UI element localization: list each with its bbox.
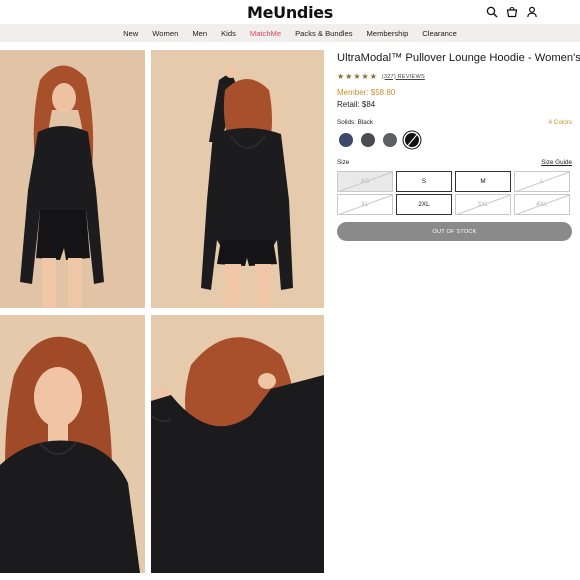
swatch-charcoal[interactable] (361, 133, 375, 147)
size-label: Size (337, 159, 350, 166)
header-actions (486, 6, 538, 18)
swatch-gray[interactable] (383, 133, 397, 147)
color-count[interactable]: 4 Colors (549, 119, 572, 126)
size-3xl-button[interactable]: 3XL (455, 194, 511, 215)
star-icon: ★ (353, 71, 361, 81)
star-icon: ★ (345, 71, 353, 81)
color-swatches (339, 133, 572, 147)
star-icon: ★ (337, 71, 345, 81)
member-price: Member: $58.80 (337, 88, 396, 97)
size-m-button[interactable]: M (455, 171, 511, 192)
size-xs-button[interactable]: XS (337, 171, 393, 192)
nav-item-men[interactable]: Men (185, 29, 214, 38)
size-header: Size Size Guide (337, 159, 572, 166)
selected-color-label: Solids: Black (337, 119, 374, 126)
nav-item-new[interactable]: New (116, 29, 145, 38)
main-nav: New Women Men Kids MatchMe Packs & Bundl… (0, 24, 580, 42)
nav-item-clearance[interactable]: Clearance (415, 29, 464, 38)
nav-item-membership[interactable]: Membership (360, 29, 416, 38)
nav-item-matchme[interactable]: MatchMe (243, 29, 288, 38)
size-xl-button[interactable]: XL (337, 194, 393, 215)
swatch-black[interactable] (405, 133, 419, 147)
bag-icon[interactable] (506, 6, 518, 18)
size-options: XS S M L XL 2XL 3XL 4XL (337, 171, 572, 215)
search-icon[interactable] (486, 6, 498, 18)
size-guide-link[interactable]: Size Guide (541, 159, 572, 166)
retail-price: Retail: $84 (337, 100, 376, 109)
size-2xl-button[interactable]: 2XL (396, 194, 452, 215)
product-photo-back[interactable] (151, 50, 324, 308)
size-4xl-button[interactable]: 4XL (514, 194, 570, 215)
color-header: Solids: Black 4 Colors (337, 119, 572, 126)
site-header: MeUndies (0, 0, 580, 24)
size-l-button[interactable]: L (514, 171, 570, 192)
nav-item-women[interactable]: Women (145, 29, 185, 38)
product-photo-hood-detail[interactable] (151, 315, 324, 573)
product-photo-front[interactable] (0, 50, 145, 308)
user-icon[interactable] (526, 6, 538, 18)
out-of-stock-button[interactable]: OUT OF STOCK (337, 222, 572, 241)
star-half-icon: ★ (369, 71, 377, 81)
star-icon: ★ (361, 71, 369, 81)
size-s-button[interactable]: S (396, 171, 452, 192)
product-title: UltraModal™ Pullover Lounge Hoodie - Wom… (337, 52, 580, 64)
product-rating[interactable]: ★ ★ ★ ★ ★ (327) REVIEWS (337, 72, 572, 81)
product-info: UltraModal™ Pullover Lounge Hoodie - Wom… (337, 50, 580, 241)
nav-item-packs-bundles[interactable]: Packs & Bundles (288, 29, 359, 38)
nav-item-kids[interactable]: Kids (214, 29, 243, 38)
swatch-navy[interactable] (339, 133, 353, 147)
product-photo-closeup[interactable] (0, 315, 145, 573)
rating-stars: ★ ★ ★ ★ ★ (337, 71, 377, 81)
selected-slash-icon (406, 133, 418, 147)
reviews-link[interactable]: (327) REVIEWS (382, 74, 425, 80)
